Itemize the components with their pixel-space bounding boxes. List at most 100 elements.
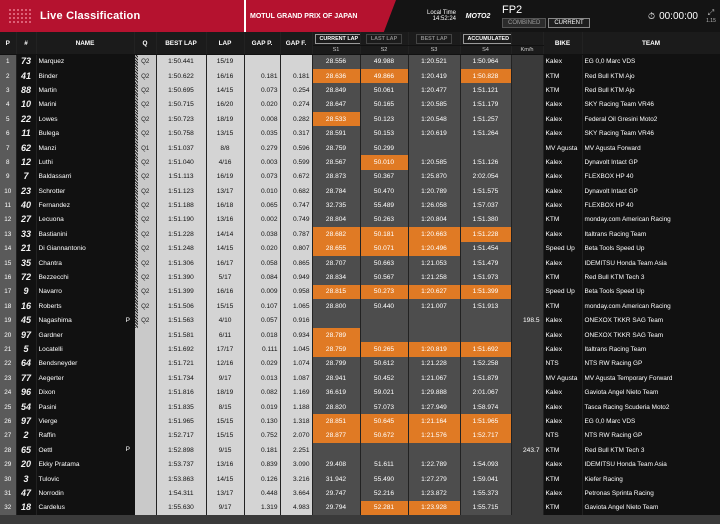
rider-number-cell: 97: [16, 414, 37, 429]
sector-4-cell: 1:52.717: [460, 428, 512, 444]
table-row[interactable]: 17 9 Navarro Q2 1:51.399 16/16 0.009 0.958 28.81…: [0, 284, 720, 300]
bike-cell: Kalex: [543, 198, 583, 213]
rider-name: Raffin: [38, 432, 56, 440]
table-row[interactable]: 13 33 Bastianini Q2 1:51.228 14/14 0.038 0.787 2…: [0, 227, 720, 242]
sector-3-cell: 1:21.258: [408, 270, 461, 285]
speed-cell: [511, 68, 544, 84]
sector-1-cell: 28.877: [312, 428, 361, 444]
table-row[interactable]: 7 62 Manzi Q1 1:51.037 8/8 0.279 0.596 28.759 50.…: [0, 140, 720, 156]
qualifying-cell: Q2: [133, 54, 157, 69]
table-row[interactable]: 1 73 Marquez Q2 1:50.441 15/19 28.556 49.988 1:2…: [0, 54, 720, 69]
rider-number-cell: 64: [16, 356, 37, 372]
table-row[interactable]: 26 97 Vierge 1:51.965 15/15 0.130 1.318 28.851 5…: [0, 414, 720, 429]
grip-icon[interactable]: [8, 8, 32, 24]
table-row[interactable]: 16 72 Bezzecchi Q2 1:51.390 5/17 0.084 0.949 28.…: [0, 270, 720, 285]
table-row[interactable]: 15 35 Chantra Q2 1:51.306 16/17 0.058 0.865 28.7…: [0, 255, 720, 271]
gap-first-cell: 0.254: [280, 83, 313, 98]
qualifying-cell: Q2: [133, 184, 157, 199]
table-row[interactable]: 3 88 Martin Q2 1:50.695 14/15 0.073 0.254 28.849…: [0, 83, 720, 98]
table-row[interactable]: 9 7 Baldassarri Q2 1:51.113 16/19 0.073 0.672 28…: [0, 169, 720, 185]
gap-prev-cell: 0.082: [244, 385, 281, 400]
gap-first-cell: 3.216: [280, 471, 313, 487]
speed-cell: [511, 371, 544, 386]
speed-cell: [511, 486, 544, 501]
table-row[interactable]: 25 54 Pasini 1:51.835 8/15 0.019 1.188 28.820 57…: [0, 399, 720, 415]
table-row[interactable]: 10 23 Schrotter Q2 1:51.123 13/17 0.010 0.682 28…: [0, 184, 720, 199]
bike-cell: KTM: [543, 443, 583, 458]
mode-combined-button[interactable]: COMBINED: [502, 18, 547, 28]
table-row[interactable]: 19 45 Nagashima P Q2 1:51.563 4/10 0.057 0.916 19…: [0, 313, 720, 328]
table-row[interactable]: 18 16 Roberts Q2 1:51.506 15/15 0.107 1.065 28.8…: [0, 299, 720, 314]
speed-cell: [511, 299, 544, 314]
mode-current-button[interactable]: CURRENT: [548, 18, 590, 28]
table-row[interactable]: 28 65 Oettl P 1:52.898 9/15 0.181 2.251 243.7 KTM…: [0, 443, 720, 458]
table-row[interactable]: 5 22 Lowes Q2 1:50.723 18/19 0.008 0.282 28.533 5…: [0, 112, 720, 127]
position-cell: 6: [0, 126, 17, 141]
expand-icon[interactable]: ⤢: [708, 8, 714, 18]
sector-3-cell: 1:27.949: [408, 399, 461, 415]
qualifying-cell: Q2: [133, 227, 157, 242]
table-row[interactable]: 24 96 Dixon 1:51.816 18/19 0.082 1.169 36.619 59…: [0, 385, 720, 400]
bike-cell: KTM: [543, 299, 583, 314]
expand-button[interactable]: ⤢ 1.15: [702, 0, 720, 32]
bike-cell: KTM: [543, 500, 583, 515]
best-lap-cell: 1:52.717: [156, 428, 207, 444]
rider-name-cell: Luthi: [36, 155, 135, 170]
table-row[interactable]: 31 47 Norrodin 1:54.311 13/17 0.448 3.664 29.74…: [0, 486, 720, 501]
gap-prev-cell: 0.065: [244, 198, 281, 213]
gap-first-cell: 0.274: [280, 97, 313, 113]
position-cell: 9: [0, 169, 17, 185]
table-row[interactable]: 27 2 Raffin 1:52.717 15/15 0.752 2.070 28.877 50…: [0, 428, 720, 444]
gap-prev-cell: 0.002: [244, 212, 281, 228]
team-cell: Gaviota Angel Nieto Team: [582, 385, 720, 400]
table-row[interactable]: 6 11 Bulega Q2 1:50.758 13/15 0.035 0.317 28.591…: [0, 126, 720, 141]
qualifying-cell: [133, 399, 157, 415]
qualifying-cell: Q2: [133, 155, 157, 170]
table-row[interactable]: 20 97 Gardner 1:51.581 6/11 0.018 0.934 28.789 K…: [0, 327, 720, 343]
gap-first-cell: 0.949: [280, 270, 313, 285]
bike-cell: KTM: [543, 270, 583, 285]
table-row[interactable]: 29 20 Ekky Pratama 1:53.737 13/16 0.839 3.090 2…: [0, 457, 720, 472]
table-row[interactable]: 30 3 Tulovic 1:53.863 14/15 0.126 3.216 31.942 5…: [0, 471, 720, 487]
series-logo: MOTO2: [465, 12, 491, 20]
table-row[interactable]: 22 64 Bendsneyder 1:51.721 12/16 0.029 1.074 28…: [0, 356, 720, 372]
table-row[interactable]: 32 18 Cardelus 1:55.630 9/17 1.319 4.983 29.794…: [0, 500, 720, 515]
rider-number-cell: 62: [16, 140, 37, 156]
sector-3-cell: 1:21.576: [408, 428, 461, 444]
table-row[interactable]: 12 27 Lecuona Q2 1:51.190 13/16 0.002 0.749 28.8…: [0, 212, 720, 228]
sector-2-cell: 50.061: [360, 83, 409, 98]
sector-4-cell: 1:51.479: [460, 255, 512, 271]
last-lap-button[interactable]: LAST LAP: [365, 34, 403, 44]
rider-name-cell: Bastianini: [36, 227, 135, 242]
team-cell: Petronas Sprinta Racing: [582, 486, 720, 501]
sector-1-cell: 28.851: [312, 414, 361, 429]
gap-prev-cell: 0.018: [244, 327, 281, 343]
sector-2-cell: 50.263: [360, 212, 409, 228]
rider-name-cell: Roberts: [36, 299, 135, 314]
sector-2-cell: 55.489: [360, 198, 409, 213]
sector-2-cell: 55.490: [360, 471, 409, 487]
table-row[interactable]: 14 21 Di Giannantonio Q2 1:51.248 14/15 0.020 0…: [0, 241, 720, 256]
table-row[interactable]: 11 40 Fernandez Q2 1:51.188 16/18 0.065 0.747 32…: [0, 198, 720, 213]
current-lap-button[interactable]: CURRENT LAP: [314, 34, 359, 44]
sector-1-cell: 28.556: [312, 54, 361, 69]
table-row[interactable]: 2 41 Binder Q2 1:50.622 16/16 0.181 0.181 28.636…: [0, 68, 720, 84]
table-row[interactable]: 23 77 Aegerter 1:51.734 9/17 0.013 1.087 28.941…: [0, 371, 720, 386]
lap-count-cell: 14/14: [206, 227, 245, 242]
sector-2-cell: 50.273: [360, 284, 409, 300]
rider-number-cell: 45: [16, 313, 37, 328]
table-row[interactable]: 21 5 Locatelli 1:51.692 17/17 0.111 1.045 28.75…: [0, 342, 720, 357]
best-lap-button[interactable]: BEST LAP: [415, 34, 453, 44]
sector-2-cell: [360, 313, 409, 328]
rider-name: Bendsneyder: [38, 360, 78, 368]
table-row[interactable]: 8 12 Luthi Q2 1:51.040 4/16 0.003 0.599 28.567 50…: [0, 155, 720, 170]
sector-2-cell: 50.672: [360, 428, 409, 444]
table-row[interactable]: 4 10 Marini Q2 1:50.715 16/20 0.020 0.274 28.647…: [0, 97, 720, 113]
speed-cell: [511, 270, 544, 285]
accumulated-toggle[interactable]: ACCUMULATED: [462, 34, 510, 44]
team-cell: Red Bull KTM Tech 3: [582, 443, 720, 458]
bike-cell: KTM: [543, 68, 583, 84]
rider-number-cell: 3: [16, 471, 37, 487]
rider-name-cell: Baldassarri: [36, 169, 135, 185]
gap-prev-cell: 0.020: [244, 241, 281, 256]
